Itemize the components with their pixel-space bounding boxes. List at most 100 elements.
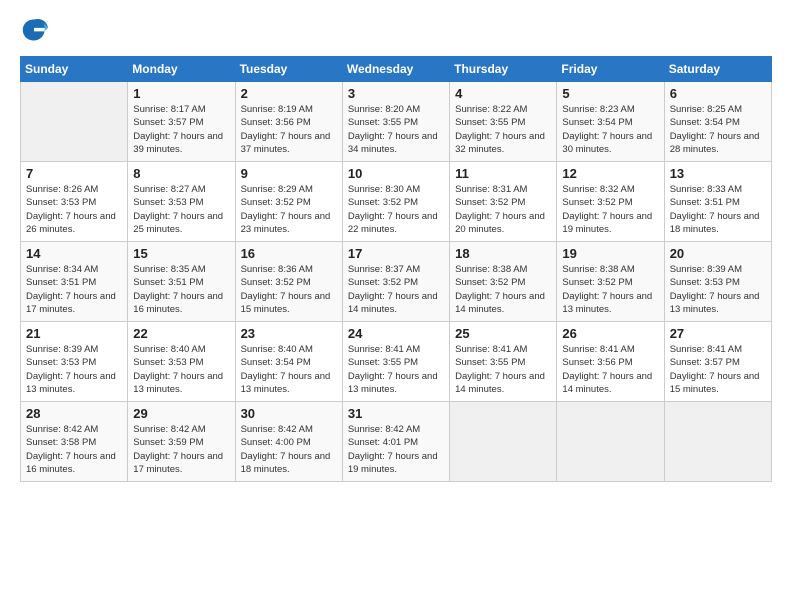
header-day-wednesday: Wednesday [342, 57, 449, 82]
cell-info: Sunrise: 8:39 AMSunset: 3:53 PMDaylight:… [26, 343, 122, 396]
logo [20, 16, 52, 44]
calendar-cell: 7 Sunrise: 8:26 AMSunset: 3:53 PMDaylight… [21, 162, 128, 242]
header [20, 16, 772, 44]
calendar-cell [557, 402, 664, 482]
header-day-friday: Friday [557, 57, 664, 82]
calendar-table: SundayMondayTuesdayWednesdayThursdayFrid… [20, 56, 772, 482]
day-number: 27 [670, 326, 766, 341]
calendar-cell: 14 Sunrise: 8:34 AMSunset: 3:51 PMDayligh… [21, 242, 128, 322]
day-number: 29 [133, 406, 229, 421]
day-number: 14 [26, 246, 122, 261]
calendar-cell: 8Sunrise: 8:27 AMSunset: 3:53 PMDaylight… [128, 162, 235, 242]
day-number: 16 [241, 246, 337, 261]
day-number: 1 [133, 86, 229, 101]
calendar-cell [664, 402, 771, 482]
cell-info: Sunrise: 8:39 AMSunset: 3:53 PMDaylight:… [670, 263, 766, 316]
day-number: 22 [133, 326, 229, 341]
calendar-week-row: 21Sunrise: 8:39 AMSunset: 3:53 PMDayligh… [21, 322, 772, 402]
calendar-cell: 21Sunrise: 8:39 AMSunset: 3:53 PMDayligh… [21, 322, 128, 402]
day-number: 8 [133, 166, 229, 181]
calendar-week-row: 28 Sunrise: 8:42 AMSunset: 3:58 PMDayligh… [21, 402, 772, 482]
day-number: 23 [241, 326, 337, 341]
calendar-cell: 31Sunrise: 8:42 AMSunset: 4:01 PMDayligh… [342, 402, 449, 482]
cell-info: Sunrise: 8:31 AMSunset: 3:52 PMDaylight:… [455, 183, 551, 236]
calendar-cell: 26Sunrise: 8:41 AMSunset: 3:56 PMDayligh… [557, 322, 664, 402]
cell-info: Sunrise: 8:38 AMSunset: 3:52 PMDaylight:… [455, 263, 551, 316]
header-day-sunday: Sunday [21, 57, 128, 82]
calendar-cell: 1 Sunrise: 8:17 AMSunset: 3:57 PMDaylight… [128, 82, 235, 162]
cell-info: Sunrise: 8:36 AMSunset: 3:52 PMDaylight:… [241, 263, 337, 316]
cell-info: Sunrise: 8:23 AMSunset: 3:54 PMDaylight:… [562, 103, 658, 156]
cell-info: Sunrise: 8:29 AMSunset: 3:52 PMDaylight:… [241, 183, 337, 236]
day-number: 2 [241, 86, 337, 101]
calendar-cell: 11Sunrise: 8:31 AMSunset: 3:52 PMDayligh… [450, 162, 557, 242]
day-number: 17 [348, 246, 444, 261]
cell-info: Sunrise: 8:19 AMSunset: 3:56 PMDaylight:… [241, 103, 337, 156]
day-number: 25 [455, 326, 551, 341]
header-day-thursday: Thursday [450, 57, 557, 82]
cell-info: Sunrise: 8:22 AMSunset: 3:55 PMDaylight:… [455, 103, 551, 156]
day-number: 3 [348, 86, 444, 101]
cell-info: Sunrise: 8:38 AMSunset: 3:52 PMDaylight:… [562, 263, 658, 316]
calendar-week-row: 7 Sunrise: 8:26 AMSunset: 3:53 PMDaylight… [21, 162, 772, 242]
day-number: 24 [348, 326, 444, 341]
calendar-page: SundayMondayTuesdayWednesdayThursdayFrid… [0, 0, 792, 612]
calendar-cell: 27 Sunrise: 8:41 AMSunset: 3:57 PMDayligh… [664, 322, 771, 402]
cell-info: Sunrise: 8:33 AMSunset: 3:51 PMDaylight:… [670, 183, 766, 236]
calendar-cell: 2 Sunrise: 8:19 AMSunset: 3:56 PMDaylight… [235, 82, 342, 162]
calendar-cell [450, 402, 557, 482]
calendar-cell: 12Sunrise: 8:32 AMSunset: 3:52 PMDayligh… [557, 162, 664, 242]
day-number: 28 [26, 406, 122, 421]
day-number: 13 [670, 166, 766, 181]
day-number: 26 [562, 326, 658, 341]
calendar-cell: 13 Sunrise: 8:33 AMSunset: 3:51 PMDayligh… [664, 162, 771, 242]
calendar-cell: 25 Sunrise: 8:41 AMSunset: 3:55 PMDayligh… [450, 322, 557, 402]
calendar-cell: 29 Sunrise: 8:42 AMSunset: 3:59 PMDayligh… [128, 402, 235, 482]
calendar-cell: 17 Sunrise: 8:37 AMSunset: 3:52 PMDayligh… [342, 242, 449, 322]
cell-info: Sunrise: 8:42 AMSunset: 3:58 PMDaylight:… [26, 423, 122, 476]
calendar-cell: 4 Sunrise: 8:22 AMSunset: 3:55 PMDaylight… [450, 82, 557, 162]
cell-info: Sunrise: 8:35 AMSunset: 3:51 PMDaylight:… [133, 263, 229, 316]
calendar-cell: 15Sunrise: 8:35 AMSunset: 3:51 PMDayligh… [128, 242, 235, 322]
day-number: 10 [348, 166, 444, 181]
calendar-cell: 10 Sunrise: 8:30 AMSunset: 3:52 PMDayligh… [342, 162, 449, 242]
cell-info: Sunrise: 8:42 AMSunset: 4:00 PMDaylight:… [241, 423, 337, 476]
calendar-cell: 18 Sunrise: 8:38 AMSunset: 3:52 PMDayligh… [450, 242, 557, 322]
calendar-body: 1 Sunrise: 8:17 AMSunset: 3:57 PMDaylight… [21, 82, 772, 482]
logo-icon [20, 16, 48, 44]
cell-info: Sunrise: 8:41 AMSunset: 3:55 PMDaylight:… [348, 343, 444, 396]
day-number: 30 [241, 406, 337, 421]
calendar-cell: 22 Sunrise: 8:40 AMSunset: 3:53 PMDayligh… [128, 322, 235, 402]
cell-info: Sunrise: 8:40 AMSunset: 3:53 PMDaylight:… [133, 343, 229, 396]
calendar-cell: 24 Sunrise: 8:41 AMSunset: 3:55 PMDayligh… [342, 322, 449, 402]
calendar-cell: 9Sunrise: 8:29 AMSunset: 3:52 PMDaylight… [235, 162, 342, 242]
day-number: 18 [455, 246, 551, 261]
day-number: 7 [26, 166, 122, 181]
cell-info: Sunrise: 8:26 AMSunset: 3:53 PMDaylight:… [26, 183, 122, 236]
calendar-cell: 19 Sunrise: 8:38 AMSunset: 3:52 PMDayligh… [557, 242, 664, 322]
header-day-saturday: Saturday [664, 57, 771, 82]
cell-info: Sunrise: 8:42 AMSunset: 3:59 PMDaylight:… [133, 423, 229, 476]
cell-info: Sunrise: 8:41 AMSunset: 3:55 PMDaylight:… [455, 343, 551, 396]
day-number: 5 [562, 86, 658, 101]
calendar-cell [21, 82, 128, 162]
cell-info: Sunrise: 8:41 AMSunset: 3:57 PMDaylight:… [670, 343, 766, 396]
day-number: 20 [670, 246, 766, 261]
cell-info: Sunrise: 8:37 AMSunset: 3:52 PMDaylight:… [348, 263, 444, 316]
day-number: 19 [562, 246, 658, 261]
calendar-week-row: 1 Sunrise: 8:17 AMSunset: 3:57 PMDaylight… [21, 82, 772, 162]
calendar-cell: 5 Sunrise: 8:23 AMSunset: 3:54 PMDaylight… [557, 82, 664, 162]
calendar-cell: 3Sunrise: 8:20 AMSunset: 3:55 PMDaylight… [342, 82, 449, 162]
calendar-cell: 30 Sunrise: 8:42 AMSunset: 4:00 PMDayligh… [235, 402, 342, 482]
calendar-header: SundayMondayTuesdayWednesdayThursdayFrid… [21, 57, 772, 82]
cell-info: Sunrise: 8:30 AMSunset: 3:52 PMDaylight:… [348, 183, 444, 236]
header-day-tuesday: Tuesday [235, 57, 342, 82]
day-number: 4 [455, 86, 551, 101]
calendar-week-row: 14 Sunrise: 8:34 AMSunset: 3:51 PMDayligh… [21, 242, 772, 322]
cell-info: Sunrise: 8:34 AMSunset: 3:51 PMDaylight:… [26, 263, 122, 316]
cell-info: Sunrise: 8:25 AMSunset: 3:54 PMDaylight:… [670, 103, 766, 156]
cell-info: Sunrise: 8:17 AMSunset: 3:57 PMDaylight:… [133, 103, 229, 156]
cell-info: Sunrise: 8:32 AMSunset: 3:52 PMDaylight:… [562, 183, 658, 236]
day-number: 31 [348, 406, 444, 421]
header-day-monday: Monday [128, 57, 235, 82]
